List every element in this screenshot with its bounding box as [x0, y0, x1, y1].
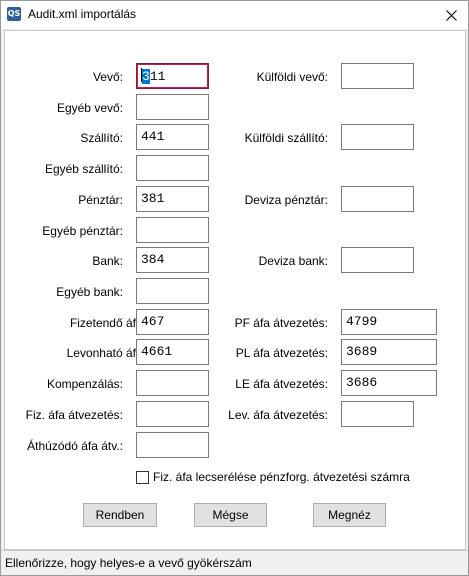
- pf-afa-input[interactable]: 4799: [341, 309, 437, 335]
- ok-button[interactable]: Rendben: [83, 503, 157, 527]
- egyeb-penztar-input[interactable]: [136, 217, 209, 243]
- kompenzalas-input[interactable]: [136, 370, 209, 396]
- egyeb-vevo-input[interactable]: [136, 94, 209, 120]
- bank-input[interactable]: 384: [136, 247, 209, 273]
- replace-checkbox-label: Fiz. áfa lecserélése pénzforg. átvezetés…: [153, 470, 410, 484]
- egyeb-vevo-label: Egyéb vevő:: [56, 101, 123, 115]
- vevo-label: Vevő:: [92, 70, 123, 84]
- fizetendo-afa-input[interactable]: 467: [136, 309, 209, 335]
- szallito-input[interactable]: 441: [136, 124, 209, 150]
- deviza-penztar-input[interactable]: [341, 186, 414, 212]
- fiz-afa-input[interactable]: [136, 401, 209, 427]
- status-message: Ellenőrizze, hogy helyes-e a vevő gyökér…: [5, 556, 252, 570]
- close-icon: [445, 9, 457, 21]
- kompenzalas-label: Kompenzálás:: [46, 377, 123, 391]
- replace-checkbox[interactable]: [136, 471, 149, 484]
- lev-afa-input[interactable]: [341, 401, 414, 427]
- szallito-label: Szállító:: [80, 131, 123, 145]
- egyeb-bank-input[interactable]: [136, 278, 209, 304]
- egyeb-szallito-input[interactable]: [136, 155, 209, 181]
- kulfoldi-szallito-label: Külföldi szállító:: [244, 131, 328, 145]
- vevo-rest-text: 11: [149, 69, 166, 84]
- vevo-input[interactable]: 311: [136, 63, 209, 89]
- view-button[interactable]: Megnéz: [313, 503, 386, 527]
- athuzodo-afa-input[interactable]: [136, 432, 209, 458]
- fizetendo-afa-label: Fizetendő áfa:: [69, 316, 146, 330]
- levonhato-afa-input[interactable]: 4661: [136, 339, 209, 365]
- kulfoldi-vevo-label: Külföldi vevő:: [256, 70, 328, 84]
- kulfoldi-vevo-input[interactable]: [341, 63, 414, 89]
- levonhato-afa-label: Levonható áfa:: [66, 346, 146, 360]
- penztar-input[interactable]: 381: [136, 186, 209, 212]
- deviza-bank-input[interactable]: [341, 247, 414, 273]
- le-afa-input[interactable]: 3686: [341, 370, 437, 396]
- kulfoldi-szallito-input[interactable]: [341, 124, 414, 150]
- deviza-penztar-label: Deviza pénztár:: [244, 193, 328, 207]
- penztar-label: Pénztár:: [78, 193, 123, 207]
- form-area: Vevő: 311 Külföldi vevő: Egyéb vevő: Szá…: [4, 30, 466, 550]
- pl-afa-input[interactable]: 3689: [341, 339, 437, 365]
- title-bar: QS Audit.xml importálás: [1, 1, 468, 29]
- vevo-selected-text: 3: [142, 69, 150, 84]
- pl-afa-label: PL áfa átvezetés:: [235, 346, 328, 360]
- dialog-window: QS Audit.xml importálás Vevő: 311 Külföl…: [0, 0, 469, 576]
- pf-afa-label: PF áfa átvezetés:: [234, 316, 328, 330]
- egyeb-penztar-label: Egyéb pénztár:: [42, 224, 123, 238]
- cancel-button[interactable]: Mégse: [194, 503, 267, 527]
- egyeb-szallito-label: Egyéb szállító:: [44, 162, 123, 176]
- deviza-bank-label: Deviza bank:: [258, 254, 328, 268]
- athuzodo-afa-label: Áthúzódó áfa átv.:: [27, 439, 123, 453]
- le-afa-label: LE áfa átvezetés:: [235, 377, 328, 391]
- bank-label: Bank:: [92, 254, 123, 268]
- lev-afa-label: Lev. áfa átvezetés:: [228, 408, 328, 422]
- window-title: Audit.xml importálás: [28, 7, 137, 21]
- egyeb-bank-label: Egyéb bank:: [56, 285, 123, 299]
- fiz-afa-label: Fiz. áfa átvezetés:: [25, 408, 123, 422]
- status-bar: Ellenőrizze, hogy helyes-e a vevő gyökér…: [1, 550, 468, 575]
- close-button[interactable]: [434, 1, 468, 29]
- app-icon: QS: [7, 7, 21, 21]
